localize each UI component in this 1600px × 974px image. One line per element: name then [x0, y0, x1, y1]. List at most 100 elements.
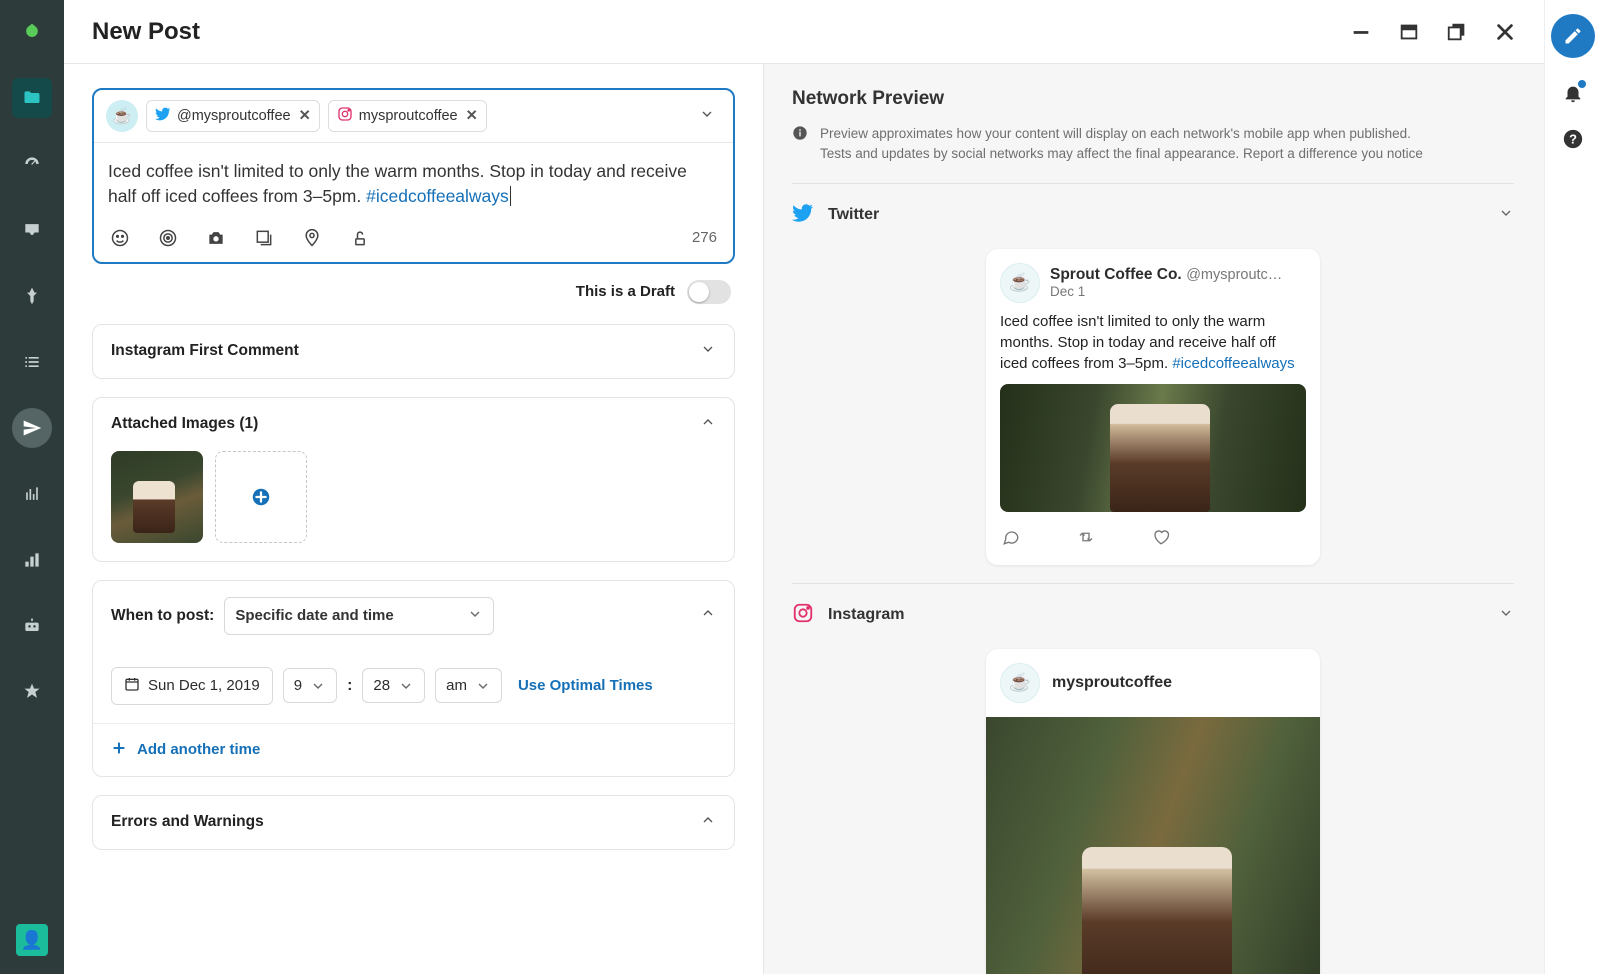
help-icon[interactable]: ? — [1562, 128, 1584, 150]
target-icon[interactable] — [158, 228, 178, 248]
attached-image-thumb[interactable] — [111, 451, 203, 543]
location-icon[interactable] — [302, 228, 322, 248]
tw-card-date: Dec 1 — [1050, 284, 1282, 299]
tw-card-name: Sprout Coffee Co. — [1050, 266, 1182, 283]
preview-section-instagram: Instagram ☕ mysproutcoffee — [792, 584, 1514, 974]
selected-profile-avatar[interactable]: ☕ — [106, 100, 138, 132]
nav-dashboard-icon[interactable] — [12, 144, 52, 184]
draft-toggle[interactable] — [687, 280, 731, 304]
page-title: New Post — [92, 18, 200, 46]
panel-instagram-first-comment: Instagram First Comment — [92, 324, 735, 379]
profile-selector-row: ☕ @mysproutcoffee ✕ mysproutcoffee ✕ — [94, 90, 733, 143]
emoji-icon[interactable] — [110, 228, 130, 248]
schedule-controls-row: Sun Dec 1, 2019 9 : 28 am — [111, 667, 716, 705]
nav-bot-icon[interactable] — [12, 606, 52, 646]
nav-publish-icon[interactable] — [12, 408, 52, 448]
nav-star-icon[interactable] — [12, 672, 52, 712]
panel-title-images: Attached Images (1) — [111, 415, 258, 433]
hour-value: 9 — [294, 677, 302, 694]
camera-icon[interactable] — [206, 228, 226, 248]
nav-list-icon[interactable] — [12, 342, 52, 382]
calendar-icon — [124, 676, 140, 696]
reply-icon[interactable] — [1002, 528, 1020, 551]
tw-card-avatar: ☕ — [1000, 263, 1040, 303]
panel-when-to-post: When to post: Specific date and time Sun… — [92, 580, 735, 777]
add-image-tile[interactable] — [215, 451, 307, 543]
pill-twitter-profile[interactable]: @mysproutcoffee ✕ — [146, 100, 320, 132]
retweet-icon[interactable] — [1076, 528, 1096, 551]
hour-select[interactable]: 9 — [283, 668, 337, 703]
pill-twitter-remove-icon[interactable]: ✕ — [299, 108, 311, 124]
when-row: When to post: Specific date and time — [111, 597, 494, 635]
ampm-select[interactable]: am — [435, 668, 502, 703]
panel-header-when[interactable]: When to post: Specific date and time — [93, 581, 734, 651]
preview-title: Network Preview — [792, 88, 1514, 110]
draft-label: This is a Draft — [576, 283, 675, 300]
when-label: When to post: — [111, 607, 214, 625]
preview-instagram-label: Instagram — [828, 606, 904, 624]
when-mode-select[interactable]: Specific date and time — [224, 597, 494, 635]
like-icon[interactable] — [1152, 528, 1170, 551]
date-value: Sun Dec 1, 2019 — [148, 677, 260, 694]
panel-title-ifc: Instagram First Comment — [111, 342, 299, 360]
panel-header-errors[interactable]: Errors and Warnings — [93, 796, 734, 849]
duplicate-icon[interactable] — [1446, 21, 1468, 43]
notification-dot — [1578, 80, 1586, 88]
user-avatar[interactable]: 👤 — [16, 924, 48, 956]
panel-attached-images: Attached Images (1) — [92, 397, 735, 562]
nav-feed-icon[interactable] — [12, 474, 52, 514]
tw-card-text: Iced coffee isn't limited to only the wa… — [1000, 311, 1306, 374]
compose-fab[interactable] — [1551, 14, 1595, 58]
page-header: New Post — [64, 0, 1544, 64]
add-time-label: Add another time — [137, 741, 260, 758]
twitter-icon — [155, 106, 171, 126]
nav-reports-icon[interactable] — [12, 540, 52, 580]
char-count: 276 — [692, 229, 717, 246]
nav-inbox-icon[interactable] — [12, 210, 52, 250]
preview-info-l1: Preview approximates how your content wi… — [820, 124, 1423, 144]
window-icon[interactable] — [1398, 21, 1420, 43]
close-icon[interactable] — [1494, 21, 1516, 43]
chevron-up-icon — [700, 414, 716, 435]
pill-instagram-remove-icon[interactable]: ✕ — [466, 108, 478, 124]
panel-errors-warnings: Errors and Warnings — [92, 795, 735, 850]
header-actions — [1350, 21, 1516, 43]
notifications-icon[interactable] — [1562, 82, 1584, 104]
panel-body-when: Sun Dec 1, 2019 9 : 28 am — [93, 667, 734, 723]
panel-title-errors: Errors and Warnings — [111, 813, 264, 831]
chevron-down-icon — [700, 341, 716, 362]
ig-card-image — [986, 717, 1320, 974]
preview-header-twitter[interactable]: Twitter — [792, 202, 1514, 229]
chevron-down-icon — [1498, 605, 1514, 626]
compose-textarea[interactable]: Iced coffee isn't limited to only the wa… — [94, 143, 733, 218]
chevron-up-icon — [700, 605, 716, 626]
pill-instagram-profile[interactable]: mysproutcoffee ✕ — [328, 100, 487, 132]
tw-card-handle: @mysproutc… — [1186, 267, 1282, 283]
sprout-logo-icon[interactable] — [12, 12, 52, 52]
preview-twitter-label: Twitter — [828, 206, 879, 224]
left-nav-rail: 👤 — [0, 0, 64, 974]
nav-folder-icon[interactable] — [12, 78, 52, 118]
date-picker[interactable]: Sun Dec 1, 2019 — [111, 667, 273, 705]
pill-twitter-label: @mysproutcoffee — [177, 108, 291, 124]
profile-dropdown-chevron-icon[interactable] — [699, 106, 721, 127]
minute-select[interactable]: 28 — [362, 668, 425, 703]
panel-header-ifc[interactable]: Instagram First Comment — [93, 325, 734, 378]
use-optimal-times-link[interactable]: Use Optimal Times — [518, 677, 653, 694]
chevron-down-icon — [467, 606, 483, 626]
asset-library-icon[interactable] — [254, 228, 274, 248]
preview-info-l2: Tests and updates by social networks may… — [820, 144, 1423, 164]
right-rail: ? — [1544, 0, 1600, 974]
instagram-icon — [337, 106, 353, 126]
preview-info-text: Preview approximates how your content wi… — [820, 124, 1423, 165]
add-another-time-button[interactable]: Add another time — [93, 723, 734, 776]
time-colon: : — [347, 677, 352, 695]
ig-card-head: ☕ mysproutcoffee — [986, 649, 1320, 717]
minimize-icon[interactable] — [1350, 21, 1372, 43]
chevron-up-icon — [700, 812, 716, 833]
nav-pin-icon[interactable] — [12, 276, 52, 316]
panel-header-images[interactable]: Attached Images (1) — [93, 398, 734, 451]
preview-header-instagram[interactable]: Instagram — [792, 602, 1514, 629]
preview-info-row: Preview approximates how your content wi… — [792, 124, 1514, 184]
approval-icon[interactable] — [350, 228, 370, 248]
